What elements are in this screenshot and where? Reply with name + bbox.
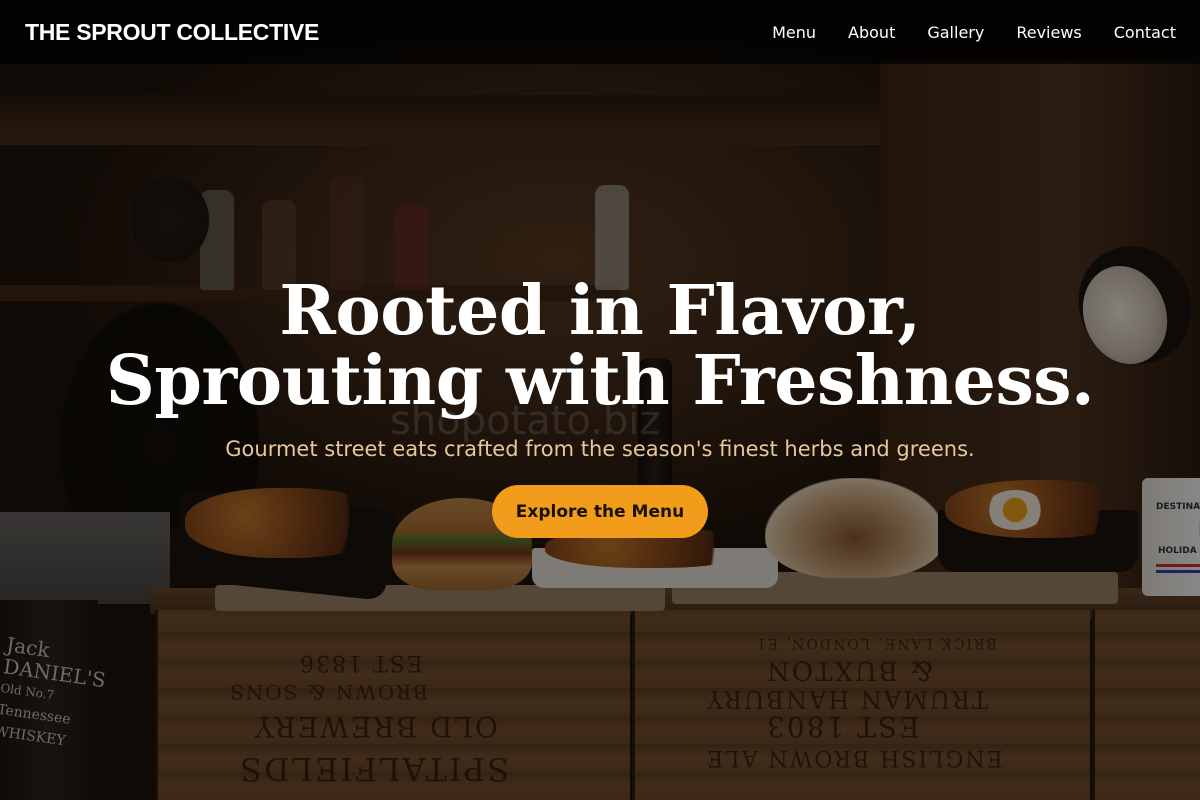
nav-link-about[interactable]: About <box>848 23 895 42</box>
nav-link-reviews[interactable]: Reviews <box>1016 23 1081 42</box>
hero-headline: Rooted in Flavor, Sprouting with Freshne… <box>0 276 1200 416</box>
site-logo[interactable]: THE SPROUT COLLECTIVE <box>25 19 319 46</box>
main-nav: Menu About Gallery Reviews Contact <box>772 23 1176 42</box>
watermark: shopotato.biz <box>390 398 661 444</box>
nav-link-menu[interactable]: Menu <box>772 23 816 42</box>
nav-link-contact[interactable]: Contact <box>1114 23 1176 42</box>
site-header: THE SPROUT COLLECTIVE Menu About Gallery… <box>0 0 1200 64</box>
nav-link-gallery[interactable]: Gallery <box>927 23 984 42</box>
explore-menu-button[interactable]: Explore the Menu <box>492 485 708 538</box>
hero-headline-line1: Rooted in Flavor, <box>279 271 921 351</box>
